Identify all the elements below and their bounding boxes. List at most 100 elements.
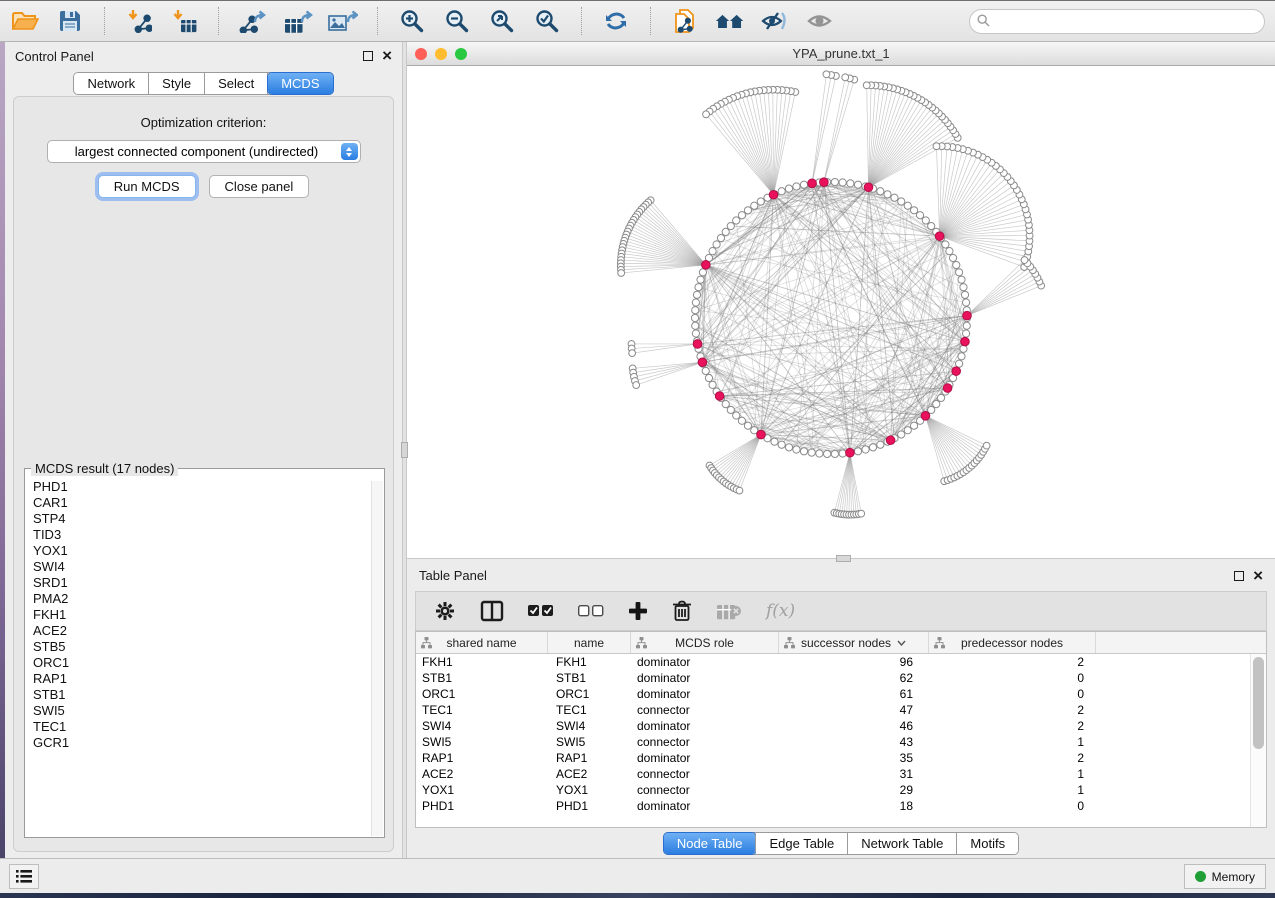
- first-neighbors-icon: [715, 9, 745, 33]
- tab-motifs[interactable]: Motifs: [957, 833, 1018, 854]
- mcds-result-item[interactable]: SWI5: [33, 703, 362, 719]
- export-image-button[interactable]: [328, 6, 358, 36]
- panel-divider-vertical[interactable]: [402, 42, 407, 858]
- node-table: shared namename MCDS role successor nodesp…: [415, 631, 1267, 828]
- open-file-button[interactable]: [10, 6, 40, 36]
- criterion-value: largest connected component (undirected): [48, 144, 360, 159]
- mcds-result-item[interactable]: STP4: [33, 511, 362, 527]
- control-panel-title: Control Panel: [15, 49, 94, 64]
- table-row[interactable]: YOX1YOX1connector291: [416, 782, 1266, 798]
- delete-entries-button[interactable]: [672, 600, 692, 622]
- column-header-predecessor-nodes[interactable]: predecessor nodes: [929, 632, 1096, 653]
- zoom-fit-button[interactable]: [487, 6, 517, 36]
- mcds-result-item[interactable]: FKH1: [33, 607, 362, 623]
- table-cell: PHD1: [416, 798, 548, 814]
- table-cell: 47: [779, 702, 929, 718]
- table-cell: 0: [929, 798, 1096, 814]
- table-scrollbar[interactable]: [1250, 654, 1266, 827]
- show-columns-button[interactable]: [480, 600, 504, 622]
- close-panel-button[interactable]: Close panel: [209, 175, 310, 198]
- select-all-icon: [528, 604, 554, 618]
- zoom-out-icon: [444, 8, 470, 34]
- hide-details-button[interactable]: [760, 6, 790, 36]
- table-row[interactable]: ORC1ORC1dominator610: [416, 686, 1266, 702]
- import-table-icon: [171, 9, 197, 33]
- column-label: MCDS role: [675, 636, 734, 650]
- toolbar-separator: [377, 7, 378, 35]
- tab-mcds[interactable]: MCDS: [268, 73, 332, 94]
- table-row[interactable]: ACE2ACE2connector311: [416, 766, 1266, 782]
- workspace-region: YPA_prune.txt_1 Table Panel × f(x) share…: [407, 42, 1275, 858]
- import-network-button[interactable]: [124, 6, 154, 36]
- mcds-result-item[interactable]: ACE2: [33, 623, 362, 639]
- select-all-button[interactable]: [528, 604, 554, 618]
- task-history-button[interactable]: [9, 864, 39, 889]
- mcds-result-item[interactable]: SWI4: [33, 559, 362, 575]
- close-panel-icon[interactable]: ×: [382, 51, 392, 61]
- mcds-result-item[interactable]: PMA2: [33, 591, 362, 607]
- mcds-result-item[interactable]: PHD1: [33, 479, 362, 495]
- mcds-result-item[interactable]: YOX1: [33, 543, 362, 559]
- clone-network-button[interactable]: [670, 6, 700, 36]
- tab-network-table[interactable]: Network Table: [848, 833, 957, 854]
- mcds-result-item[interactable]: TID3: [33, 527, 362, 543]
- table-row[interactable]: STB1STB1dominator620: [416, 670, 1266, 686]
- float-panel-icon[interactable]: [363, 51, 373, 61]
- column-header-successor-nodes[interactable]: successor nodes: [779, 632, 929, 653]
- table-cell: [1096, 702, 1266, 718]
- search-input[interactable]: [969, 9, 1265, 34]
- mcds-result-item[interactable]: GCR1: [33, 735, 362, 751]
- tab-select[interactable]: Select: [205, 73, 268, 94]
- divider-grab-handle-horizontal[interactable]: [836, 555, 851, 562]
- table-cell: FKH1: [416, 654, 548, 670]
- mcds-result-item[interactable]: TEC1: [33, 719, 362, 735]
- mcds-result-item[interactable]: CAR1: [33, 495, 362, 511]
- divider-grab-handle[interactable]: [401, 442, 408, 458]
- tab-network[interactable]: Network: [74, 73, 149, 94]
- first-neighbors-button[interactable]: [715, 6, 745, 36]
- float-table-panel-icon[interactable]: [1234, 571, 1244, 581]
- mcds-result-item[interactable]: STB5: [33, 639, 362, 655]
- table-row[interactable]: SWI5SWI5connector431: [416, 734, 1266, 750]
- column-header-MCDS-role[interactable]: MCDS role: [631, 632, 779, 653]
- export-table-button[interactable]: [283, 6, 313, 36]
- column-header-shared-name[interactable]: shared name: [416, 632, 548, 653]
- close-table-panel-icon[interactable]: ×: [1253, 571, 1263, 581]
- table-cell: connector: [631, 734, 779, 750]
- table-cell: 1: [929, 734, 1096, 750]
- delete-entries-icon: [672, 600, 692, 622]
- show-details-button[interactable]: [805, 6, 835, 36]
- save-session-button[interactable]: [55, 6, 85, 36]
- column-header-name[interactable]: name: [548, 632, 631, 653]
- zoom-selected-button[interactable]: [532, 6, 562, 36]
- table-row[interactable]: FKH1FKH1dominator962: [416, 654, 1266, 670]
- tab-style[interactable]: Style: [149, 73, 205, 94]
- zoom-out-button[interactable]: [442, 6, 472, 36]
- mcds-result-item[interactable]: RAP1: [33, 671, 362, 687]
- table-row[interactable]: TEC1TEC1connector472: [416, 702, 1266, 718]
- tab-edge-table[interactable]: Edge Table: [756, 833, 848, 854]
- refresh-button[interactable]: [601, 6, 631, 36]
- criterion-dropdown[interactable]: largest connected component (undirected): [47, 140, 361, 163]
- mcds-result-item[interactable]: SRD1: [33, 575, 362, 591]
- table-scrollbar-thumb[interactable]: [1253, 657, 1264, 749]
- mcds-result-title: MCDS result (17 nodes): [31, 461, 178, 476]
- mcds-result-item[interactable]: STB1: [33, 687, 362, 703]
- export-network-button[interactable]: [238, 6, 268, 36]
- network-canvas[interactable]: [407, 66, 1275, 559]
- mcds-result-scrollbar[interactable]: [371, 481, 383, 836]
- main-toolbar: [0, 0, 1275, 42]
- mcds-result-item[interactable]: ORC1: [33, 655, 362, 671]
- run-mcds-button[interactable]: Run MCDS: [98, 175, 196, 198]
- table-row[interactable]: PHD1PHD1dominator180: [416, 798, 1266, 814]
- table-row[interactable]: RAP1RAP1dominator352: [416, 750, 1266, 766]
- deselect-all-button[interactable]: [578, 604, 604, 618]
- save-session-icon: [58, 9, 82, 33]
- add-entry-button[interactable]: [628, 601, 648, 621]
- tab-node-table[interactable]: Node Table: [664, 833, 757, 854]
- import-table-button[interactable]: [169, 6, 199, 36]
- zoom-in-button[interactable]: [397, 6, 427, 36]
- table-settings-button[interactable]: [434, 600, 456, 622]
- table-row[interactable]: SWI4SWI4dominator462: [416, 718, 1266, 734]
- memory-button[interactable]: Memory: [1184, 864, 1266, 889]
